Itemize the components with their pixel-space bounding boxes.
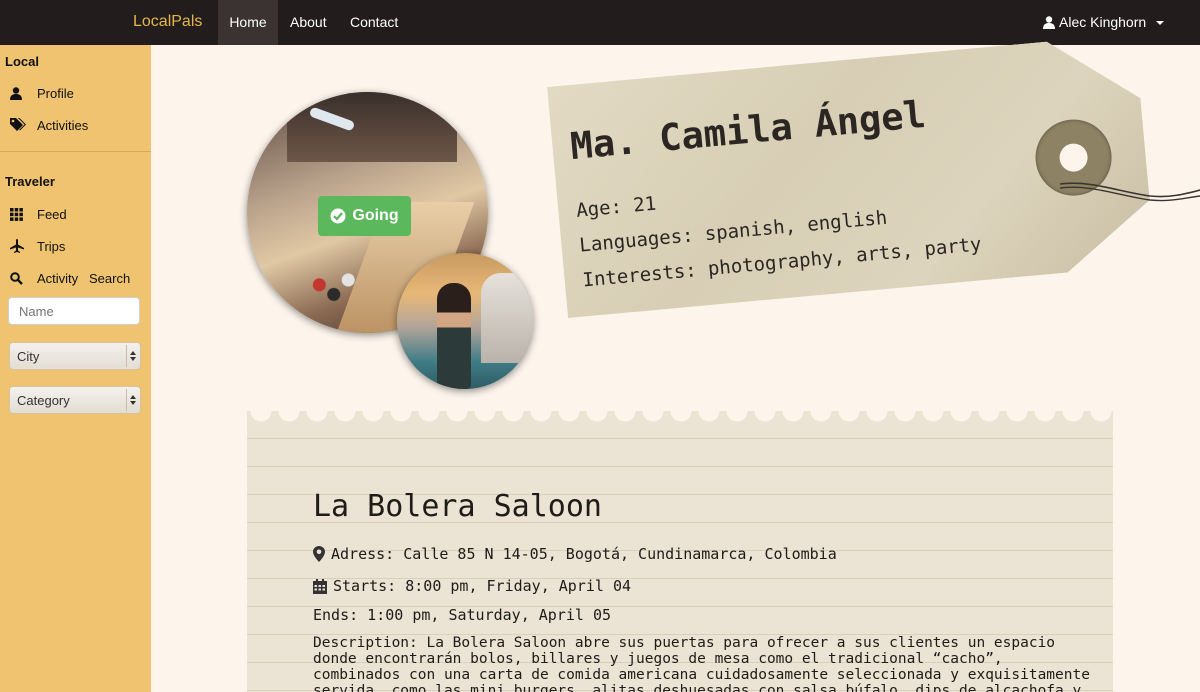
sidebar-heading-local: Local — [5, 54, 39, 69]
sidebar-item-label: Activity Search — [37, 270, 131, 286]
grid-icon — [10, 206, 30, 222]
activity-address-text: Adress: Calle 85 N 14-05, Bogotá, Cundin… — [331, 545, 837, 563]
going-button-label: Going — [352, 207, 399, 224]
category-select-value: Category — [17, 393, 70, 408]
sidebar-divider — [0, 151, 151, 152]
sidebar-item-label: Feed — [37, 206, 67, 222]
select-arrows-icon — [126, 345, 138, 367]
select-arrows-icon — [126, 389, 138, 411]
tags-icon — [10, 117, 30, 133]
sidebar-item-label: Activities — [37, 117, 89, 133]
activity-ends-text: Ends: 1:00 pm, Saturday, April 05 — [313, 606, 612, 624]
nav-home-link[interactable]: Home — [218, 0, 278, 45]
calendar-icon — [313, 578, 327, 594]
user-avatar — [397, 253, 533, 389]
sidebar-item-feed[interactable]: Feed — [10, 206, 67, 222]
map-marker-icon — [313, 546, 325, 562]
sidebar-item-label: Profile — [37, 85, 74, 101]
user-icon — [10, 85, 30, 101]
plane-icon — [10, 238, 30, 254]
sidebar-item-activities[interactable]: Activities — [10, 117, 88, 133]
sidebar-heading-traveler: Traveler — [5, 174, 55, 189]
sidebar: Local Profile Activities Traveler Feed T… — [0, 45, 151, 692]
sidebar-item-activity-search[interactable]: Activity Search — [10, 270, 130, 286]
activity-description: Description: La Bolera Saloon abre sus p… — [313, 635, 1090, 692]
top-navbar: LocalPals Home About Contact Alec Kingho… — [0, 0, 1200, 45]
name-search-input[interactable] — [8, 297, 140, 325]
city-select[interactable]: City — [9, 342, 141, 370]
going-button[interactable]: Going — [318, 196, 411, 236]
activity-card: La Bolera Saloon Adress: Calle 85 N 14-0… — [247, 411, 1113, 692]
nav-about-link[interactable]: About — [290, 0, 327, 45]
activity-title: La Bolera Saloon — [313, 489, 602, 524]
city-select-value: City — [17, 349, 40, 364]
category-select[interactable]: Category — [9, 386, 141, 414]
tag-string — [1060, 182, 1200, 202]
activity-starts-text: Starts: 8:00 pm, Friday, April 04 — [333, 577, 632, 595]
activity-ends: Ends: 1:00 pm, Saturday, April 05 — [313, 606, 611, 624]
sidebar-item-trips[interactable]: Trips — [10, 238, 65, 254]
sidebar-item-profile[interactable]: Profile — [10, 85, 74, 101]
nav-contact-link[interactable]: Contact — [350, 0, 398, 45]
activity-starts: Starts: 8:00 pm, Friday, April 04 — [313, 577, 631, 595]
activity-address: Adress: Calle 85 N 14-05, Bogotá, Cundin… — [313, 545, 837, 563]
brand-logo[interactable]: LocalPals — [133, 13, 202, 31]
check-circle-icon — [330, 208, 346, 224]
user-icon — [1043, 16, 1055, 29]
search-icon — [10, 270, 30, 286]
sidebar-item-label: Trips — [37, 238, 66, 254]
caret-down-icon — [1156, 20, 1165, 25]
